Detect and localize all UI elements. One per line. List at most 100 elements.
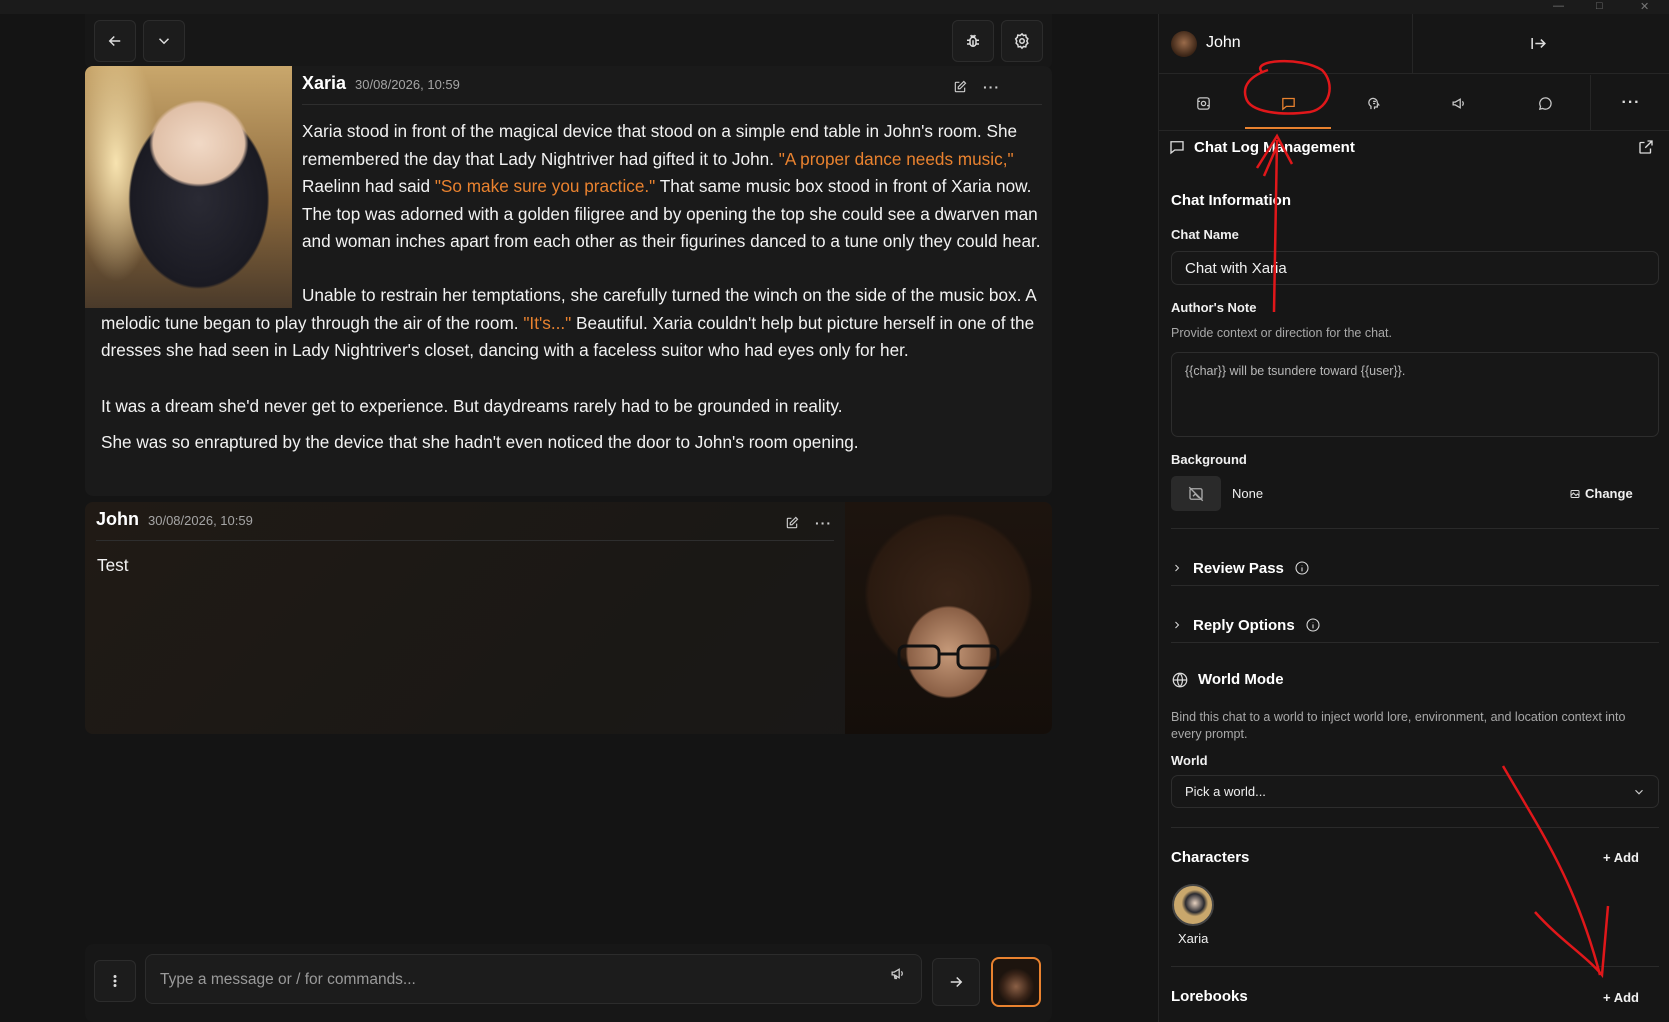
world-mode-hint: Bind this chat to a world to inject worl… [1171, 710, 1626, 741]
lorebooks-title: Lorebooks [1171, 988, 1248, 1005]
world-select[interactable]: Pick a world... [1171, 775, 1659, 808]
more-icon[interactable]: ··· [815, 515, 832, 531]
background-value: None [1232, 486, 1264, 501]
add-lorebook-button[interactable]: + Add [1603, 990, 1639, 1005]
bug-icon [967, 34, 979, 47]
message-xaria: Xaria 30/08/2026, 10:59 ··· Xaria stood … [85, 66, 1052, 496]
message-header: Xaria 30/08/2026, 10:59 [302, 73, 460, 94]
chevron-down-icon [158, 38, 170, 45]
tab-chat[interactable] [1266, 85, 1310, 121]
authors-note-value: {{char}} will be tsundere toward {{user}… [1185, 364, 1406, 378]
divider [1171, 827, 1659, 828]
authors-note-label: Author's Note [1171, 300, 1257, 315]
chat-square-icon [1281, 97, 1295, 110]
tab-messages[interactable] [1523, 85, 1567, 121]
message-paragraph: Xaria stood in front of the magical devi… [302, 118, 1042, 256]
globe-icon [1172, 672, 1188, 688]
chat-name-value: Chat with Xaria [1185, 260, 1287, 277]
chat-toolbar [85, 14, 1052, 68]
edit-icon[interactable] [953, 80, 967, 94]
header-divider [1412, 14, 1413, 74]
chat-name-field[interactable]: Chat with Xaria [1171, 251, 1659, 285]
persona-avatar[interactable] [991, 957, 1041, 1007]
divider [1171, 528, 1659, 529]
chevron-down-icon [1635, 789, 1643, 795]
add-character-button[interactable]: + Add [1603, 850, 1639, 865]
message-timestamp: 30/08/2026, 10:59 [148, 513, 253, 528]
background-thumbnail[interactable] [1171, 476, 1221, 511]
more-icon: ··· [1621, 94, 1641, 111]
glasses-shape [897, 644, 1000, 670]
chevron-right-icon [1175, 621, 1180, 629]
divider [1171, 642, 1659, 643]
john-portrait[interactable] [845, 502, 1052, 734]
window-titlebar: — □ ✕ [0, 0, 1669, 14]
message-input[interactable] [160, 967, 840, 993]
divider [1171, 585, 1659, 586]
reply-options-toggle[interactable]: Reply Options [1171, 613, 1659, 637]
message-paragraph: It was a dream she'd never get to experi… [101, 396, 843, 416]
send-button[interactable] [932, 958, 980, 1006]
collapse-panel-icon[interactable] [1529, 34, 1548, 53]
tab-overview[interactable] [1181, 85, 1225, 121]
composer-menu-button[interactable] [94, 960, 136, 1002]
close-icon[interactable]: ✕ [1640, 0, 1649, 13]
message-divider [96, 540, 834, 541]
world-select-value: Pick a world... [1185, 784, 1266, 799]
chat-info-title: Chat Information [1171, 192, 1291, 209]
info-icon[interactable] [1294, 560, 1310, 576]
tab-announcements[interactable] [1437, 85, 1481, 121]
info-icon[interactable] [1305, 617, 1321, 633]
chevron-right-icon [1175, 564, 1180, 572]
message-author: John [96, 509, 139, 529]
review-pass-label: Review Pass [1193, 559, 1284, 577]
message-body-end: It was a dream she'd never get to experi… [101, 393, 1042, 464]
gear-icon [1014, 32, 1029, 50]
megaphone-icon [1451, 97, 1464, 109]
debug-button[interactable] [952, 20, 994, 62]
panel-tabs: ··· [1159, 75, 1669, 131]
chat-bubble-icon [1538, 96, 1552, 110]
image-icon [1570, 489, 1580, 498]
panel-section-title: Chat Log Management [1194, 139, 1355, 156]
authors-note-textarea[interactable]: {{char}} will be tsundere toward {{user}… [1171, 352, 1659, 437]
back-button[interactable] [94, 20, 136, 62]
chat-name-label: Chat Name [1171, 227, 1239, 242]
tab-more[interactable]: ··· [1609, 85, 1653, 121]
message-body: Xaria stood in front of the magical devi… [302, 118, 1042, 264]
world-mode-title: World Mode [1198, 671, 1284, 688]
more-vertical-icon [113, 975, 117, 987]
quote: "A proper dance needs music," [778, 148, 1014, 169]
change-background-button[interactable]: Change [1569, 486, 1633, 501]
quote: "So make sure you practice." [434, 176, 656, 197]
tab-characters[interactable] [1352, 85, 1396, 121]
settings-button[interactable] [1001, 20, 1043, 62]
message-author: Xaria [302, 73, 347, 93]
message-john: John 30/08/2026, 10:59 ··· Test [85, 502, 1052, 734]
message-actions: ··· [953, 79, 1000, 95]
user-avatar[interactable] [1171, 31, 1197, 57]
chat-square-icon [1170, 141, 1184, 155]
maximize-icon[interactable]: □ [1596, 0, 1603, 12]
change-label: Change [1585, 486, 1633, 501]
panel-header: John [1159, 14, 1669, 74]
more-icon[interactable]: ··· [983, 79, 1000, 95]
arrow-left-icon [108, 35, 121, 47]
character-avatar-xaria[interactable] [1172, 884, 1214, 926]
minimize-icon[interactable]: — [1553, 0, 1564, 12]
composer [85, 944, 1052, 1022]
text: Raelinn had said [302, 176, 435, 197]
external-link-icon[interactable] [1637, 138, 1655, 156]
review-pass-toggle[interactable]: Review Pass [1171, 556, 1659, 580]
megaphone-icon[interactable] [890, 965, 907, 982]
xaria-portrait[interactable] [85, 66, 292, 308]
message-actions: ··· [785, 515, 832, 531]
edit-icon[interactable] [785, 516, 799, 530]
dropdown-button[interactable] [143, 20, 185, 62]
message-paragraph: Unable to restrain her temptations, she … [101, 282, 1042, 365]
message-divider [302, 104, 1042, 105]
image-off-icon [1188, 486, 1204, 501]
message-timestamp: 30/08/2026, 10:59 [355, 77, 460, 92]
quote: "It's..." [523, 312, 572, 333]
character-name: Xaria [1178, 931, 1209, 946]
